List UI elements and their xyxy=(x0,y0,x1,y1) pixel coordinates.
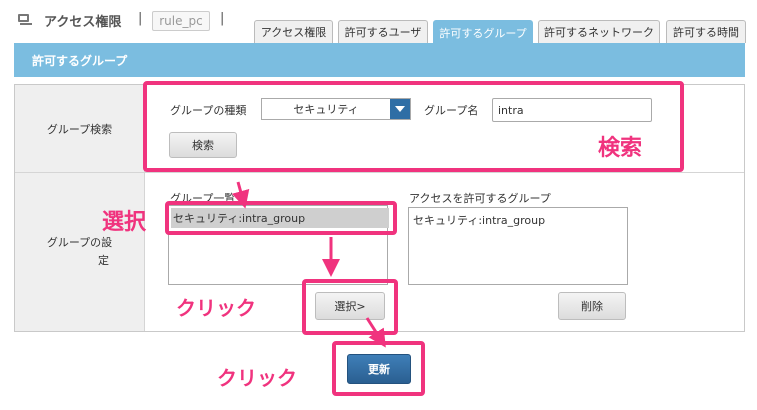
tab-allowed-times[interactable]: 許可する時間 xyxy=(666,20,746,43)
delete-button[interactable]: 削除 xyxy=(558,292,626,320)
section-title: 許可するグループ xyxy=(32,53,128,68)
click-annotation: クリック xyxy=(176,296,256,320)
list-item[interactable]: セキュリティ:intra_group xyxy=(411,210,547,230)
allowed-groups-label: アクセスを許可するグループ xyxy=(409,192,551,205)
allowed-groups-list[interactable]: セキュリティ:intra_group xyxy=(408,207,628,285)
section-title-bar: 許可するグループ xyxy=(14,43,745,77)
select-button-highlight-box xyxy=(302,279,398,335)
rule-name-badge: rule_pc xyxy=(152,11,210,31)
settings-row-label: グループの設 定 xyxy=(15,173,145,331)
search-annotation: 検索 xyxy=(598,136,643,161)
update-button-highlight-box xyxy=(332,341,425,396)
tab-allowed-users[interactable]: 許可するユーザ xyxy=(338,20,428,43)
page-title: アクセス権限 xyxy=(44,15,122,30)
row-divider xyxy=(15,172,744,173)
select-highlight-box xyxy=(165,201,397,235)
header-separator: | xyxy=(138,11,143,26)
select-annotation: 選択 xyxy=(102,210,147,235)
tab-allowed-groups[interactable]: 許可するグループ xyxy=(433,20,533,44)
click-annotation: クリック xyxy=(217,366,297,390)
tab-access-rights[interactable]: アクセス権限 xyxy=(254,20,333,43)
monitor-icon xyxy=(18,14,32,26)
tab-allowed-networks[interactable]: 許可するネットワーク xyxy=(538,20,660,43)
header-separator: | xyxy=(220,11,225,26)
search-row-label: グループ検索 xyxy=(15,85,145,172)
